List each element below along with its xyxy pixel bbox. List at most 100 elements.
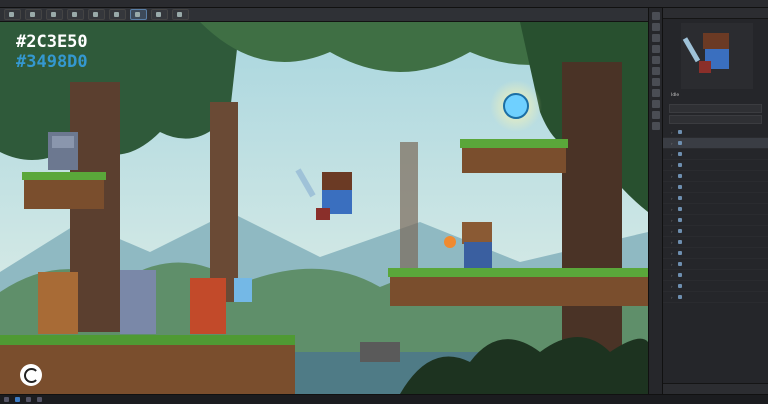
- toolbar-tab-2[interactable]: [25, 9, 42, 20]
- node-icon: [678, 207, 682, 211]
- tree-row[interactable]: ›: [663, 259, 768, 270]
- inspector-panel: Idle › › › › › › › › › › › › › › › ›: [662, 8, 768, 394]
- toolbar-tab-5[interactable]: [88, 9, 105, 20]
- toolbar-tab-3[interactable]: [46, 9, 63, 20]
- scale-tool-icon[interactable]: [651, 45, 660, 53]
- node-icon: [678, 262, 682, 266]
- paint-tool-icon[interactable]: [651, 56, 660, 64]
- tool-icon: [135, 12, 140, 17]
- chevron-right-icon: ›: [671, 283, 673, 289]
- panel-search-field[interactable]: [669, 115, 762, 124]
- scene-viewport[interactable]: #2C3E50 #3498D0: [0, 22, 648, 394]
- status-active-icon[interactable]: [15, 397, 20, 402]
- lock-tool-icon[interactable]: [651, 100, 660, 108]
- node-icon: [678, 185, 682, 189]
- toolbar-tab-1[interactable]: [4, 9, 21, 20]
- tree-trunk-right: [562, 62, 622, 352]
- ground-left-grass: [0, 335, 295, 345]
- chevron-right-icon: ›: [671, 261, 673, 267]
- tree-row[interactable]: ›: [663, 215, 768, 226]
- golem-enemy: [48, 132, 78, 170]
- logo-mark-icon: [23, 367, 39, 383]
- chevron-right-icon: ›: [671, 129, 673, 135]
- toolbar-tab-9[interactable]: [172, 9, 189, 20]
- tree-row[interactable]: ›: [663, 182, 768, 193]
- node-icon: [678, 251, 682, 255]
- tool-icon: [156, 12, 161, 17]
- tree-row[interactable]: ›: [663, 160, 768, 171]
- node-icon: [678, 218, 682, 222]
- rotate-tool-icon[interactable]: [651, 34, 660, 42]
- node-icon: [678, 240, 682, 244]
- node-icon: [678, 130, 682, 134]
- status-icon[interactable]: [26, 397, 31, 402]
- gem: [503, 93, 529, 119]
- tree-row[interactable]: ›: [663, 204, 768, 215]
- tree-row[interactable]: ›: [663, 127, 768, 138]
- chevron-right-icon: ›: [671, 294, 673, 300]
- tool-icon: [93, 12, 98, 17]
- tree-row[interactable]: ›: [663, 149, 768, 160]
- color-label-primary: #2C3E50: [16, 32, 88, 52]
- tree-row[interactable]: ›: [663, 270, 768, 281]
- toolbar-tab-8[interactable]: [151, 9, 168, 20]
- tree-row[interactable]: ›: [663, 138, 768, 149]
- node-icon: [678, 152, 682, 156]
- tree-row[interactable]: ›: [663, 171, 768, 182]
- platform-right-grass: [388, 268, 648, 277]
- node-icon: [678, 174, 682, 178]
- layers-tool-icon[interactable]: [651, 111, 660, 119]
- settings-tool-icon[interactable]: [651, 122, 660, 130]
- tree-row[interactable]: ›: [663, 292, 768, 303]
- chevron-right-icon: ›: [671, 239, 673, 245]
- title-bar: [0, 0, 768, 8]
- tool-icon: [30, 12, 35, 17]
- tree-row[interactable]: ›: [663, 237, 768, 248]
- node-icon: [678, 229, 682, 233]
- tree-row[interactable]: ›: [663, 226, 768, 237]
- status-icon[interactable]: [4, 397, 9, 402]
- fill-tool-icon[interactable]: [651, 67, 660, 75]
- tree-row[interactable]: ›: [663, 248, 768, 259]
- chevron-right-icon: ›: [671, 250, 673, 256]
- editor-window: #2C3E50 #3498D0 Idle › › › › › › › › › ›…: [0, 0, 768, 404]
- animation-label[interactable]: Idle: [671, 93, 679, 98]
- preview-sprite: [682, 33, 729, 73]
- toolbar-tab-4[interactable]: [67, 9, 84, 20]
- panel-header: [663, 8, 768, 19]
- move-tool-icon[interactable]: [651, 23, 660, 31]
- tree-row[interactable]: ›: [663, 193, 768, 204]
- tool-strip: [648, 8, 662, 394]
- eyedropper-tool-icon[interactable]: [651, 89, 660, 97]
- status-icon[interactable]: [37, 397, 42, 402]
- node-icon: [678, 284, 682, 288]
- stone-knight-enemy: [120, 270, 156, 334]
- platform-right: [390, 272, 648, 306]
- chevron-right-icon: ›: [671, 272, 673, 278]
- node-icon: [678, 141, 682, 145]
- node-icon: [678, 295, 682, 299]
- node-icon: [678, 196, 682, 200]
- select-tool-icon[interactable]: [651, 12, 660, 20]
- panel-field[interactable]: [669, 104, 762, 113]
- eraser-tool-icon[interactable]: [651, 78, 660, 86]
- toolbar-tab-7[interactable]: [130, 9, 147, 20]
- tool-icon: [177, 12, 182, 17]
- node-icon: [678, 273, 682, 277]
- tree-trunk-mid: [210, 102, 238, 302]
- app-logo-icon: [20, 364, 42, 386]
- chevron-right-icon: ›: [671, 228, 673, 234]
- toolbar-tab-6[interactable]: [109, 9, 126, 20]
- chevron-right-icon: ›: [671, 217, 673, 223]
- chevron-right-icon: ›: [671, 173, 673, 179]
- chevron-right-icon: ›: [671, 195, 673, 201]
- tree-trunk-far: [400, 142, 418, 282]
- tool-icon: [9, 12, 14, 17]
- chevron-right-icon: ›: [671, 162, 673, 168]
- tree-row[interactable]: ›: [663, 281, 768, 292]
- color-label-secondary: #3498D0: [16, 52, 88, 72]
- chevron-right-icon: ›: [671, 140, 673, 146]
- chevron-right-icon: ›: [671, 184, 673, 190]
- orc-enemy: [38, 272, 78, 334]
- tool-icon: [72, 12, 77, 17]
